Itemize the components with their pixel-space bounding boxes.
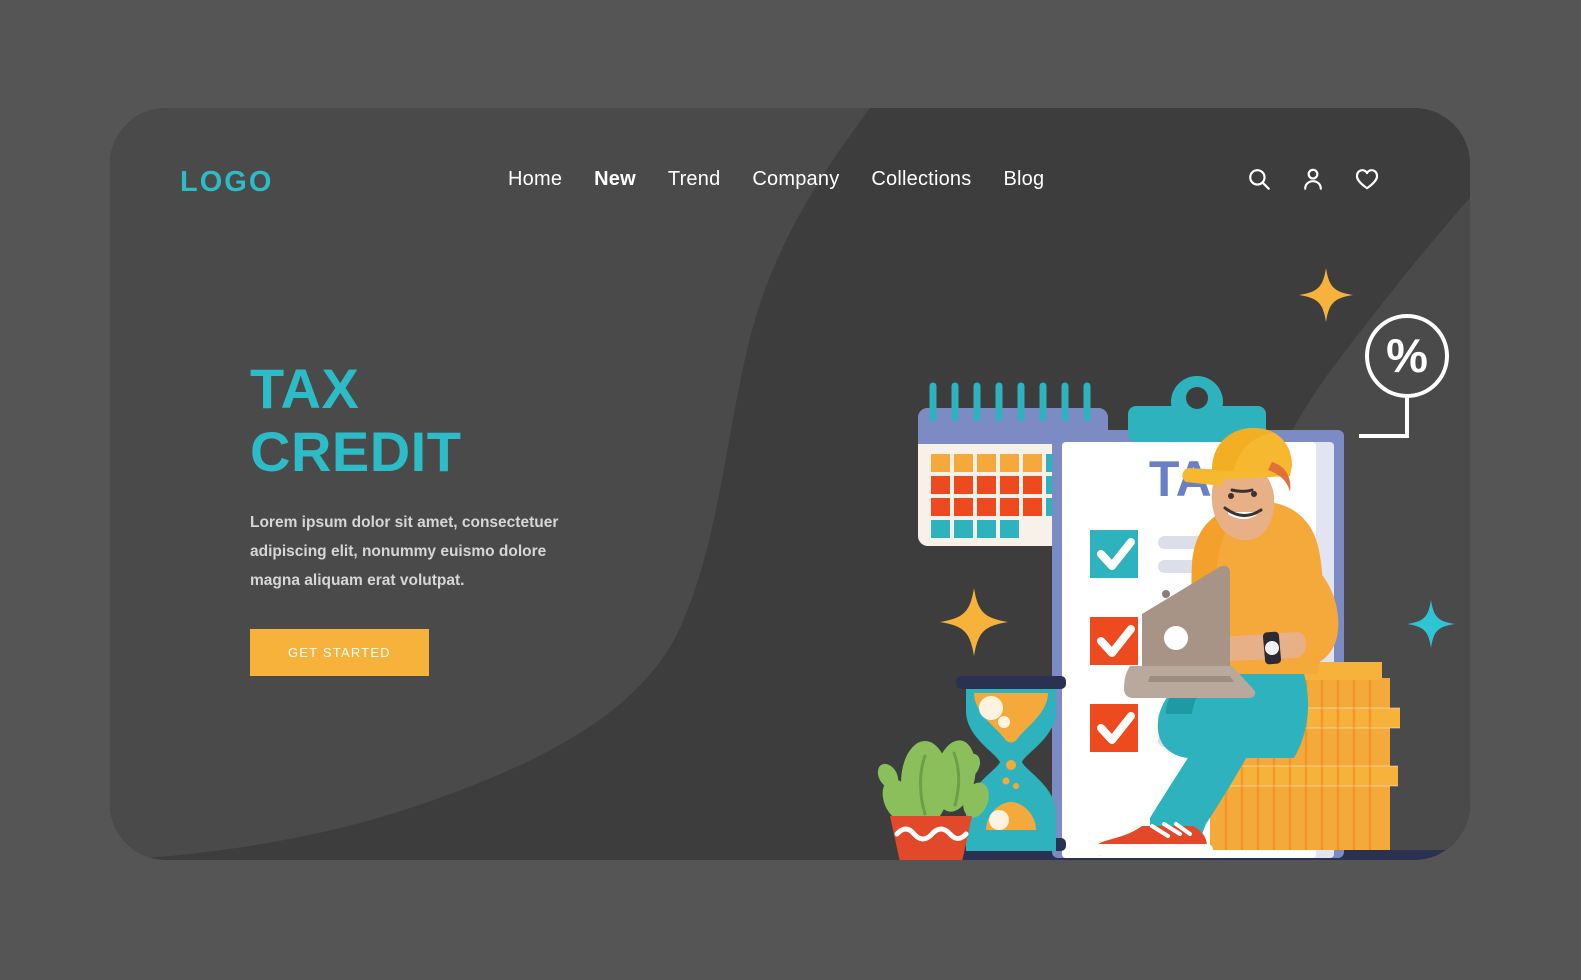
nav-item-trend[interactable]: Trend <box>668 168 721 191</box>
nav-item-new[interactable]: New <box>594 168 636 191</box>
page-title: TAX CREDIT <box>250 357 670 483</box>
heart-icon[interactable] <box>1354 166 1380 192</box>
user-icon[interactable] <box>1300 166 1326 192</box>
sparkle-orange-small <box>1299 268 1353 322</box>
search-icon[interactable] <box>1246 166 1272 192</box>
percent-badge-illustration: % <box>1359 314 1449 438</box>
sparkle-teal <box>1407 600 1455 648</box>
sparkle-orange-large <box>940 588 1008 656</box>
nav-item-company[interactable]: Company <box>752 168 839 191</box>
headline-line-1: TAX <box>250 357 360 420</box>
nav-item-collections[interactable]: Collections <box>871 168 971 191</box>
percent-symbol: % <box>1386 329 1428 382</box>
hero-card: LOGO Home New Trend Company Collections … <box>110 108 1470 860</box>
headline-line-2: CREDIT <box>250 419 462 483</box>
hero-illustration: TAX <box>770 238 1470 860</box>
nav-item-blog[interactable]: Blog <box>1003 168 1044 191</box>
header-actions <box>1246 166 1380 192</box>
logo[interactable]: LOGO <box>180 166 273 199</box>
page-root: LOGO Home New Trend Company Collections … <box>0 0 1581 980</box>
main-navigation: Home New Trend Company Collections Blog <box>508 168 1044 191</box>
site-header: LOGO Home New Trend Company Collections … <box>110 108 1470 258</box>
hero-paragraph: Lorem ipsum dolor sit amet, consectetuer… <box>250 514 559 589</box>
get-started-button[interactable]: GET STARTED <box>250 629 429 677</box>
hero-copy: TAX CREDIT Lorem ipsum dolor sit amet, c… <box>250 357 670 677</box>
nav-item-home[interactable]: Home <box>508 168 562 191</box>
